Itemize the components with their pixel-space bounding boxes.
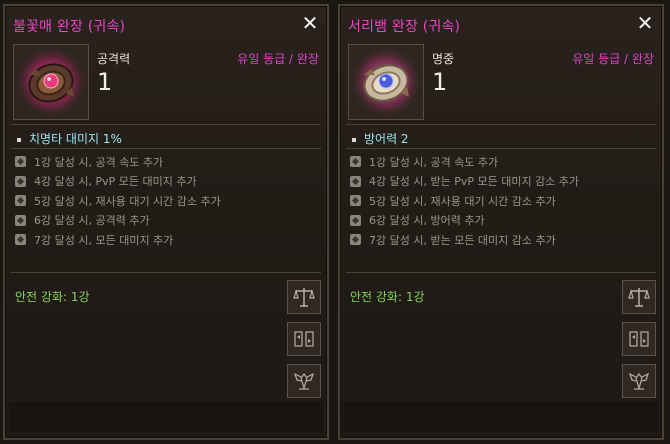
set-bonus-text: 4강 달성 시, PvP 모든 대미지 추가: [34, 175, 197, 189]
set-bonus-row: 1강 달성 시, 공격 속도 추가: [15, 152, 221, 172]
set-bonus-icon: [15, 175, 26, 187]
set-bonus-icon: [15, 234, 26, 246]
set-bonus-row: 5강 달성 시, 재사용 대기 시간 감소 추가: [15, 191, 221, 211]
item-icon: [348, 44, 424, 120]
set-bonus-text: 6강 달성 시, 공격력 추가: [34, 214, 150, 228]
safe-enhance-text: 안전 강화: 1강: [350, 290, 425, 304]
set-bonus-row: 6강 달성 시, 방어력 추가: [350, 211, 579, 231]
armband-image: [14, 45, 88, 119]
armband-image: [349, 45, 423, 119]
exchange-icon: [629, 331, 649, 347]
set-bonus-text: 7강 달성 시, 받는 모든 대미지 감소 추가: [369, 233, 556, 247]
item-title: 불꽃매 완장 (귀속): [13, 19, 126, 35]
set-bonus-row: 7강 달성 시, 모든 대미지 추가: [15, 230, 221, 250]
set-bonus-row: 4강 달성 시, PvP 모든 대미지 추가: [15, 172, 221, 192]
set-bonus-row: 7강 달성 시, 받는 모든 대미지 감소 추가: [350, 230, 579, 250]
item-tooltip-right: 서리뱀 완장 (귀속) ✕ 명중 1 유일 등급 / 완장 방어력 2 1강 달…: [338, 4, 664, 440]
set-bonus-list: 1강 달성 시, 공격 속도 추가 4강 달성 시, PvP 모든 대미지 추가…: [15, 152, 221, 250]
set-bonus-row: 1강 달성 시, 공격 속도 추가: [350, 152, 579, 172]
exchange-icon: [294, 331, 314, 347]
stat-value: 1: [432, 68, 448, 96]
close-icon[interactable]: ✕: [634, 12, 656, 34]
winged-emblem-icon: [293, 372, 315, 391]
item-tooltip-left: 불꽃매 완장 (귀속) ✕ 공격력 1 유일 등급 / 완장 치명타 대미지 1…: [3, 4, 329, 440]
set-bonus-icon: [15, 214, 26, 226]
safe-enhance-text: 안전 강화: 1강: [15, 290, 90, 304]
stat-value: 1: [97, 68, 113, 96]
emblem-button[interactable]: [622, 364, 656, 398]
footer-bar: [344, 402, 658, 432]
item-option: 치명타 대미지 1%: [17, 130, 122, 147]
scale-icon: [293, 288, 315, 307]
set-bonus-text: 7강 달성 시, 모든 대미지 추가: [34, 233, 174, 247]
exchange-button[interactable]: [622, 322, 656, 356]
set-bonus-row: 6강 달성 시, 공격력 추가: [15, 211, 221, 231]
divider: [11, 124, 321, 125]
scale-button[interactable]: [622, 280, 656, 314]
exchange-button[interactable]: [287, 322, 321, 356]
item-grade: 유일 등급 / 완장: [237, 52, 319, 66]
item-icon: [13, 44, 89, 120]
item-option: 방어력 2: [352, 130, 409, 147]
option-text: 방어력 2: [364, 132, 409, 146]
set-bonus-icon: [350, 156, 361, 168]
divider: [11, 148, 321, 149]
item-grade: 유일 등급 / 완장: [572, 52, 654, 66]
set-bonus-text: 1강 달성 시, 공격 속도 추가: [34, 155, 164, 169]
set-bonus-icon: [350, 175, 361, 187]
close-icon[interactable]: ✕: [299, 12, 321, 34]
set-bonus-text: 5강 달성 시, 재사용 대기 시간 감소 추가: [34, 194, 221, 208]
set-bonus-icon: [15, 156, 26, 168]
footer-bar: [9, 402, 323, 432]
set-bonus-icon: [350, 214, 361, 226]
set-bonus-text: 1강 달성 시, 공격 속도 추가: [369, 155, 499, 169]
set-bonus-text: 5강 달성 시, 재사용 대기 시간 감소 추가: [369, 194, 556, 208]
emblem-button[interactable]: [287, 364, 321, 398]
item-title: 서리뱀 완장 (귀속): [348, 19, 461, 35]
winged-emblem-icon: [628, 372, 650, 391]
stat-name: 명중: [432, 52, 455, 66]
bullet-icon: [352, 137, 356, 142]
stat-name: 공격력: [97, 52, 131, 66]
set-bonus-text: 6강 달성 시, 방어력 추가: [369, 214, 485, 228]
set-bonus-icon: [15, 195, 26, 207]
divider: [11, 272, 321, 273]
bullet-icon: [17, 137, 21, 142]
set-bonus-icon: [350, 195, 361, 207]
set-bonus-row: 5강 달성 시, 재사용 대기 시간 감소 추가: [350, 191, 579, 211]
set-bonus-row: 4강 달성 시, 받는 PvP 모든 대미지 감소 추가: [350, 172, 579, 192]
option-text: 치명타 대미지 1%: [29, 132, 122, 146]
set-bonus-list: 1강 달성 시, 공격 속도 추가 4강 달성 시, 받는 PvP 모든 대미지…: [350, 152, 579, 250]
set-bonus-icon: [350, 234, 361, 246]
divider: [346, 124, 656, 125]
scale-button[interactable]: [287, 280, 321, 314]
divider: [346, 272, 656, 273]
scale-icon: [628, 288, 650, 307]
set-bonus-text: 4강 달성 시, 받는 PvP 모든 대미지 감소 추가: [369, 175, 580, 189]
divider: [346, 148, 656, 149]
